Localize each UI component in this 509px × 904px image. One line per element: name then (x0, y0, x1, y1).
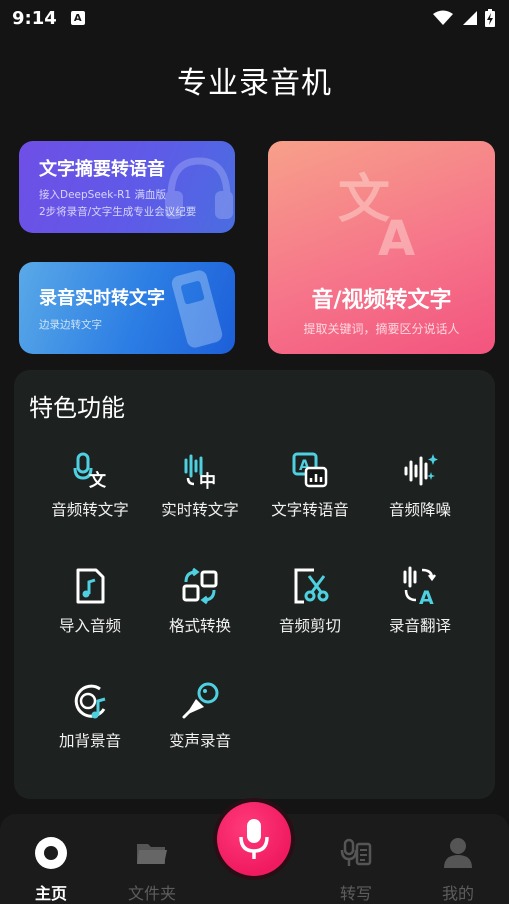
audio-cut-icon (294, 568, 329, 604)
translate-icon: 文 A (338, 170, 415, 261)
tab-home[interactable]: 主页 (11, 836, 91, 904)
recorder-icon (171, 270, 223, 348)
import-audio-icon (76, 568, 105, 604)
feature-audio-to-text[interactable]: 文 音频转文字 (35, 450, 145, 520)
svg-text:A: A (419, 587, 434, 606)
tab-label: 转写 (339, 884, 372, 903)
feature-audio-cut[interactable]: 音频剪切 (255, 566, 365, 636)
feature-label: 音频转文字 (51, 501, 129, 519)
feature-text-to-speech[interactable]: A 文字转语音 (255, 450, 365, 520)
feature-recording-translate[interactable]: A 录音翻译 (365, 566, 475, 636)
feature-format-convert[interactable]: 格式转换 (145, 566, 255, 636)
microphone-icon (239, 819, 269, 859)
svg-text:中: 中 (199, 471, 216, 490)
wifi-icon (433, 10, 453, 25)
transcribe-icon (340, 838, 372, 866)
tab-label: 我的 (441, 884, 474, 903)
tab-transcribe[interactable]: 转写 (316, 836, 396, 904)
status-bar: 9:14 A (0, 0, 509, 36)
voice-changer-icon (182, 682, 219, 719)
battery-charging-icon (485, 9, 495, 27)
svg-text:文: 文 (89, 470, 107, 490)
feature-import-audio[interactable]: 导入音频 (35, 566, 145, 636)
summary-card-subtitle-2: 2步将录音/文字生成专业会议纪要 (39, 206, 197, 218)
feature-background-music[interactable]: 加背景音 (35, 681, 145, 751)
audio-video-card-subtitle: 提取关键词，摘要区分说话人 (303, 322, 460, 336)
feature-realtime-text[interactable]: 中 实时转文字 (145, 450, 255, 520)
feature-label: 格式转换 (168, 617, 231, 635)
tab-label: 文件夹 (127, 884, 176, 903)
background-music-icon (74, 684, 106, 719)
realtime-recording-card[interactable]: 录音实时转文字 边录边转文字 (19, 262, 235, 354)
tab-label: 主页 (34, 884, 67, 903)
home-icon (35, 837, 67, 869)
profile-icon (444, 838, 472, 868)
feature-label: 文字转语音 (271, 501, 349, 519)
feature-label: 音频剪切 (278, 617, 341, 635)
tab-folder[interactable]: 文件夹 (112, 836, 192, 904)
realtime-text-icon: 中 (184, 454, 216, 490)
feature-noise-reduction[interactable]: 音频降噪 (365, 450, 475, 520)
summary-card-subtitle-1: 接入DeepSeek-R1 满血版 (39, 189, 166, 201)
status-time: 9:14 (12, 7, 57, 29)
feature-label: 录音翻译 (388, 617, 451, 635)
noise-reduction-icon (404, 454, 438, 486)
features-title: 特色功能 (29, 394, 125, 422)
feature-label: 实时转文字 (161, 501, 239, 519)
realtime-card-title: 录音实时转文字 (39, 288, 165, 309)
folder-icon (137, 844, 167, 864)
summary-card-title: 文字摘要转语音 (39, 159, 165, 180)
feature-label: 变声录音 (168, 732, 231, 750)
feature-voice-changer[interactable]: 变声录音 (145, 681, 255, 751)
svg-text:A: A (378, 211, 415, 261)
page-title: 专业录音机 (177, 66, 332, 101)
audio-video-card-title: 音/视频转文字 (311, 288, 452, 313)
record-button[interactable] (213, 798, 295, 880)
feature-label: 音频降噪 (388, 501, 451, 519)
format-convert-icon (182, 567, 218, 605)
record-button-inner (217, 802, 291, 876)
features-panel: 特色功能 文 音频转文字 中 实时转文字 A 文字转语音 音频降噪 导入音频 格… (14, 370, 495, 799)
feature-label: 加背景音 (58, 732, 121, 750)
notification-icon: A (70, 11, 85, 25)
status-icons (433, 9, 495, 27)
feature-label: 导入音频 (58, 617, 121, 635)
summary-to-speech-card[interactable]: 文字摘要转语音 接入DeepSeek-R1 满血版 2步将录音/文字生成专业会议… (19, 141, 235, 233)
realtime-card-subtitle: 边录边转文字 (39, 319, 102, 331)
audio-to-text-icon: 文 (73, 452, 107, 490)
recording-translate-icon: A (403, 566, 436, 606)
signal-icon (463, 11, 477, 25)
text-to-speech-icon: A (292, 452, 328, 488)
tab-profile[interactable]: 我的 (418, 836, 498, 904)
